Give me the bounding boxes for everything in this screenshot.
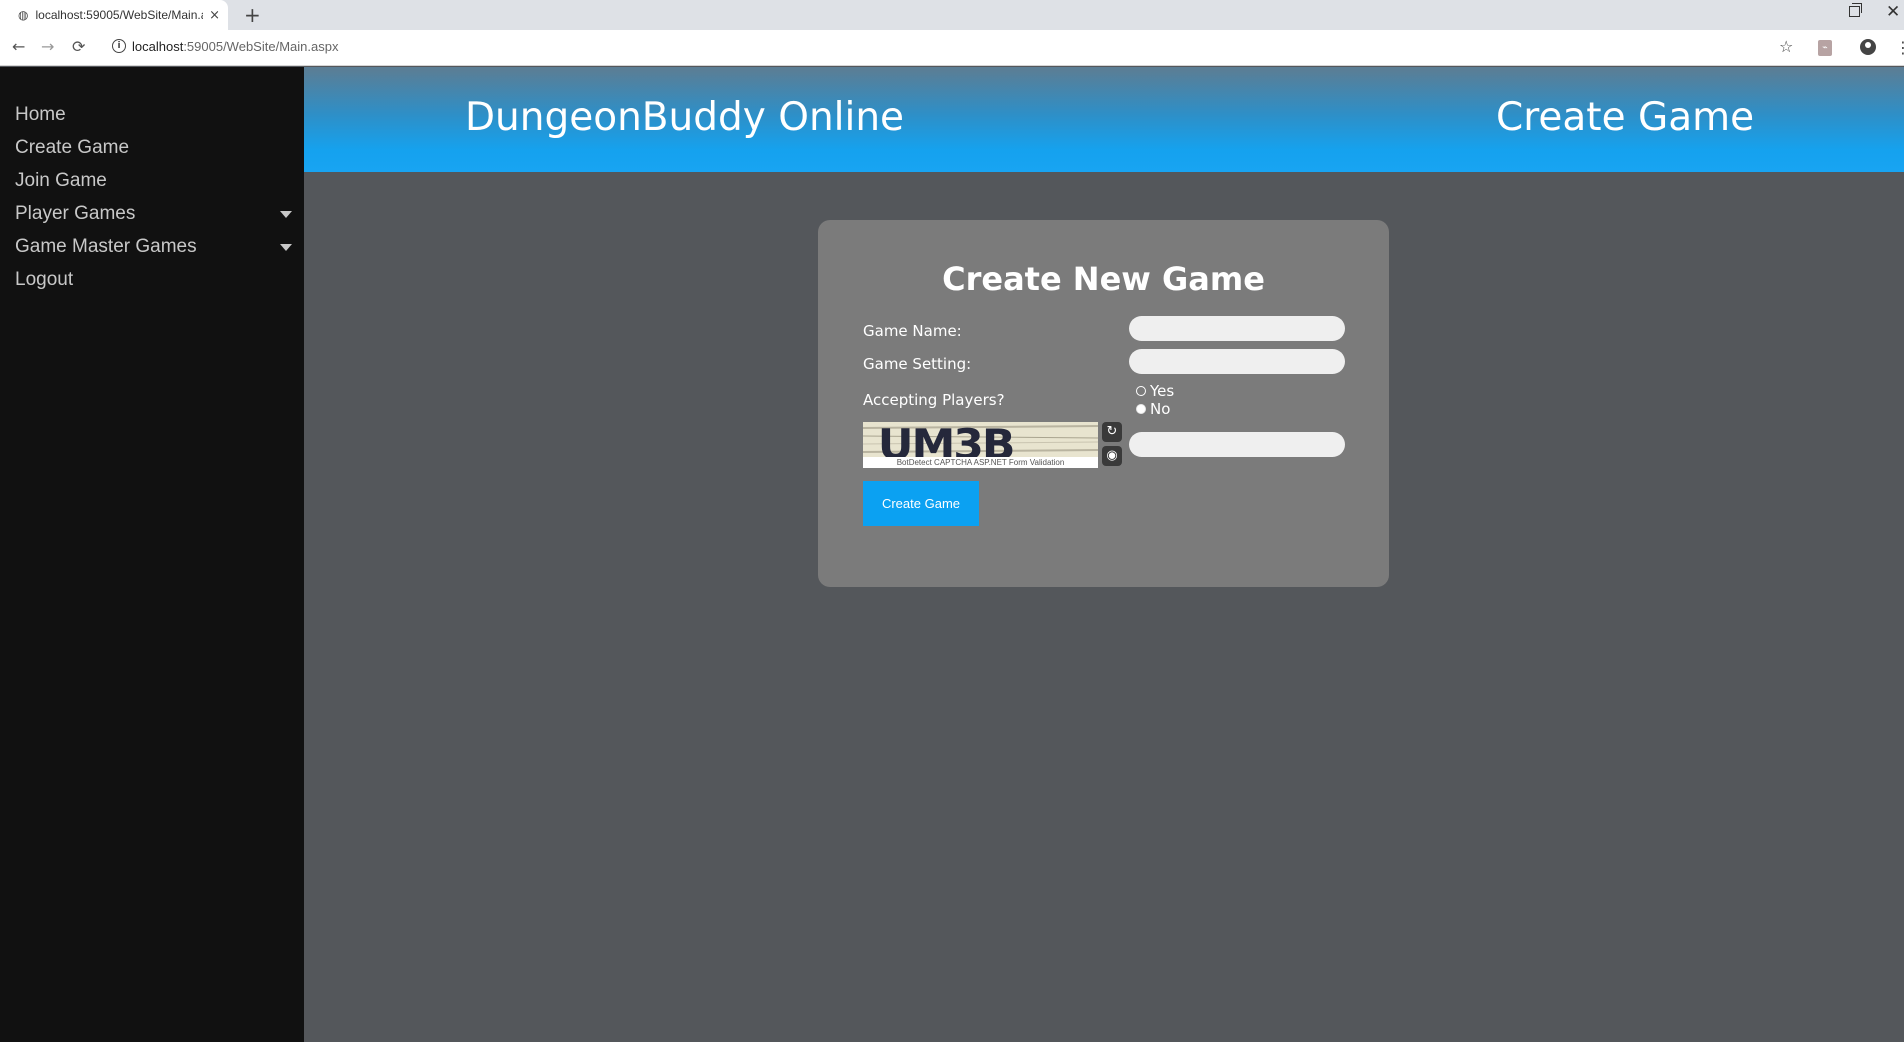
sidebar-item-label: Create Game xyxy=(15,137,130,158)
sidebar-item-join-game[interactable]: Join Game xyxy=(15,167,295,195)
radio-no-label: No xyxy=(1150,400,1171,418)
game-setting-input[interactable] xyxy=(1129,349,1345,374)
captcha-audio-icon[interactable]: ◉ xyxy=(1102,446,1122,466)
sidebar-item-player-games[interactable]: Player Games xyxy=(15,200,295,228)
close-window-icon[interactable]: ✕ xyxy=(1886,2,1900,22)
address-bar[interactable]: i localhost:59005/WebSite/Main.aspx xyxy=(106,35,1772,61)
game-setting-label: Game Setting: xyxy=(863,355,972,373)
profile-icon[interactable] xyxy=(1860,39,1876,55)
bookmark-star-icon[interactable]: ☆ xyxy=(1779,37,1793,56)
site-info-icon[interactable]: i xyxy=(112,39,126,53)
reload-icon[interactable]: ⟳ xyxy=(72,37,85,56)
globe-icon: ◍ xyxy=(18,8,29,22)
back-icon[interactable]: ← xyxy=(12,37,25,56)
forward-icon[interactable]: → xyxy=(41,37,54,56)
sidebar-item-create-game[interactable]: Create Game xyxy=(15,134,295,162)
captcha-footer: BotDetect CAPTCHA ASP.NET Form Validatio… xyxy=(863,457,1098,468)
sidebar-item-game-master-games[interactable]: Game Master Games xyxy=(15,233,295,261)
caret-down-icon[interactable] xyxy=(280,211,292,218)
url-host: localhost xyxy=(132,39,184,54)
accepting-players-label: Accepting Players? xyxy=(863,391,1005,409)
radio-yes[interactable]: Yes xyxy=(1136,382,1174,400)
browser-tab[interactable]: ◍ localhost:59005/WebSite/Main.a × xyxy=(0,0,228,30)
create-game-button[interactable]: Create Game xyxy=(863,481,979,526)
url-text: localhost:59005/WebSite/Main.aspx xyxy=(132,39,338,54)
sidebar-item-label: Logout xyxy=(15,269,74,290)
caret-down-icon[interactable] xyxy=(280,244,292,251)
tab-title: localhost:59005/WebSite/Main.a xyxy=(35,8,204,22)
browser-tabstrip: ◍ localhost:59005/WebSite/Main.a × + ✕ xyxy=(0,0,1904,30)
sidebar-item-label: Join Game xyxy=(15,170,107,191)
form-title: Create New Game xyxy=(942,260,1265,298)
radio-yes-label: Yes xyxy=(1150,382,1175,400)
page-heading: Create Game xyxy=(1496,95,1755,140)
sidebar-nav: Home Create Game Join Game Player Games … xyxy=(0,67,304,1042)
captcha-refresh-icon[interactable]: ↻ xyxy=(1102,422,1122,442)
browser-toolbar: ← → ⟳ i localhost:59005/WebSite/Main.asp… xyxy=(0,30,1904,66)
site-title: DungeonBuddy Online xyxy=(465,95,905,140)
sidebar-item-home[interactable]: Home xyxy=(15,101,295,129)
pdf-extension-icon[interactable]: ⌁ xyxy=(1818,40,1832,56)
captcha-input[interactable] xyxy=(1129,432,1345,457)
tab-close-icon[interactable]: × xyxy=(209,8,220,23)
sidebar-item-label: Game Master Games xyxy=(15,236,197,257)
sidebar-item-logout[interactable]: Logout xyxy=(15,266,295,294)
game-name-label: Game Name: xyxy=(863,322,962,340)
url-path: :59005/WebSite/Main.aspx xyxy=(183,39,339,54)
radio-no-circle[interactable] xyxy=(1136,404,1146,414)
browser-menu-icon[interactable]: ⋮ xyxy=(1895,38,1904,57)
header-banner: DungeonBuddy Online Create Game xyxy=(304,67,1904,172)
sidebar-item-label: Player Games xyxy=(15,203,136,224)
new-tab-button[interactable]: + xyxy=(244,3,261,27)
radio-yes-circle[interactable] xyxy=(1136,386,1146,396)
create-game-form-card: Create New Game Game Name: Game Setting:… xyxy=(818,220,1389,587)
radio-no[interactable]: No xyxy=(1136,400,1170,418)
game-name-input[interactable] xyxy=(1129,316,1345,341)
sidebar-item-label: Home xyxy=(15,104,66,125)
captcha-image: UM3B BotDetect CAPTCHA ASP.NET Form Vali… xyxy=(863,422,1098,468)
restore-window-icon[interactable] xyxy=(1849,3,1862,17)
